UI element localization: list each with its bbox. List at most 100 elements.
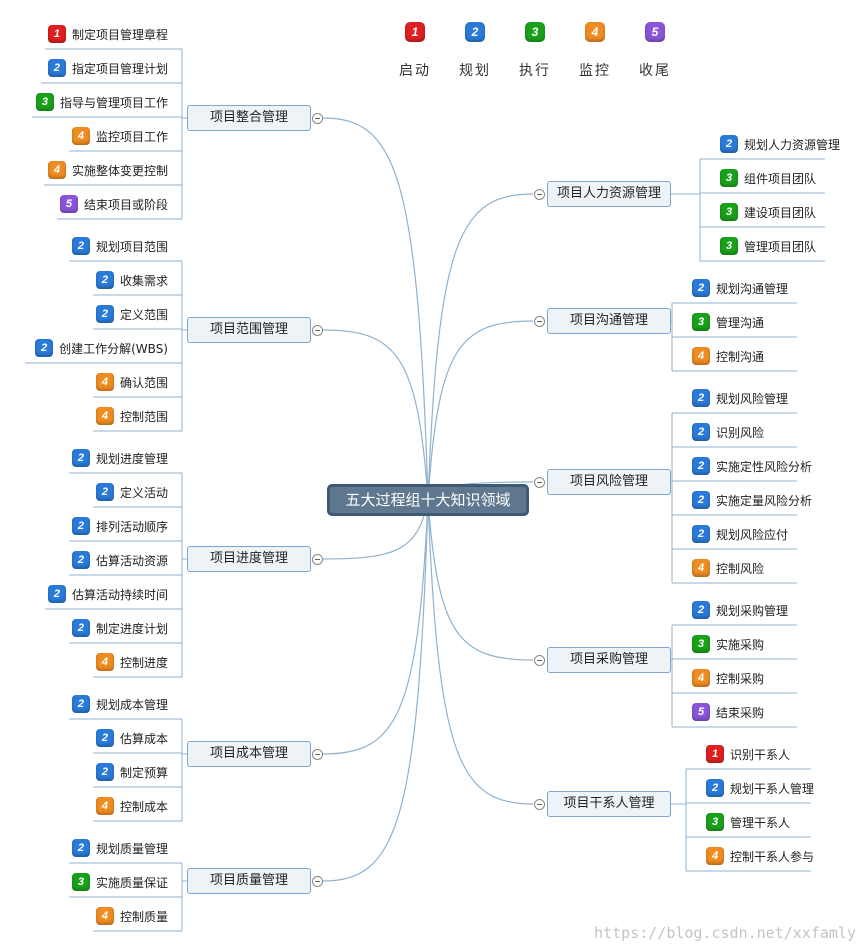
collapse-toggle[interactable] (533, 798, 545, 810)
subtopic-label: 估算成本 (119, 731, 168, 746)
process-group-badge: 4 (95, 407, 114, 425)
subtopic-item[interactable]: 3 指导与管理项目工作 (35, 90, 168, 114)
connector-line (671, 803, 687, 837)
subtopic-item[interactable]: 1 识别干系人 (706, 742, 790, 766)
branch-node[interactable]: 项目整合管理 (187, 105, 311, 131)
subtopic-item[interactable]: 2 排列活动顺序 (71, 514, 168, 538)
collapse-toggle[interactable] (533, 188, 545, 200)
branch-node[interactable]: 项目成本管理 (187, 741, 311, 767)
legend-label: 执行 (519, 63, 551, 79)
branch-node[interactable]: 项目采购管理 (547, 647, 671, 673)
subtopic-item[interactable]: 4 控制质量 (95, 904, 168, 928)
subtopic-item[interactable]: 2 实施定量风险分析 (692, 488, 812, 512)
subtopic-item[interactable]: 2 收集需求 (95, 268, 168, 292)
subtopic-item[interactable]: 3 实施采购 (692, 632, 764, 656)
subtopic-item[interactable]: 2 估算成本 (95, 726, 168, 750)
subtopic-item[interactable]: 2 规划沟通管理 (692, 276, 788, 300)
subtopic-item[interactable]: 2 规划质量管理 (71, 836, 168, 860)
process-group-badge: 2 (47, 585, 66, 603)
subtopic-label: 指定项目管理计划 (71, 61, 168, 76)
subtopic-label: 估算活动资源 (95, 553, 168, 568)
collapse-toggle[interactable] (311, 112, 323, 124)
subtopic-label: 监控项目工作 (95, 129, 168, 144)
connector-line (181, 117, 187, 219)
subtopic-item[interactable]: 2 估算活动资源 (71, 548, 168, 572)
process-group-badge: 2 (706, 779, 724, 797)
subtopic-item[interactable]: 2 规划干系人管理 (706, 776, 814, 800)
subtopic-item[interactable]: 2 规划人力资源管理 (720, 132, 840, 156)
subtopic-item[interactable]: 4 控制风险 (692, 556, 764, 580)
central-topic[interactable]: 五大过程组十大知识领域 (327, 484, 529, 516)
branch-node[interactable]: 项目人力资源管理 (547, 181, 671, 207)
process-group-badge: 2 (692, 279, 710, 297)
process-group-badge: 2 (71, 695, 90, 713)
subtopic-item[interactable]: 3 管理项目团队 (720, 234, 816, 258)
subtopic-item[interactable]: 4 控制干系人参与 (706, 844, 814, 868)
subtopic-item[interactable]: 3 建设项目团队 (720, 200, 816, 224)
subtopic-item[interactable]: 2 实施定性风险分析 (692, 454, 812, 478)
connector-line (671, 193, 701, 227)
subtopic-item[interactable]: 2 识别风险 (692, 420, 764, 444)
process-group-badge: 2 (71, 449, 90, 467)
subtopic-item[interactable]: 2 指定项目管理计划 (47, 56, 168, 80)
subtopic-item[interactable]: 2 规划项目范围 (71, 234, 168, 258)
collapse-toggle[interactable] (533, 476, 545, 488)
connector-line (322, 499, 429, 882)
branch-node[interactable]: 项目干系人管理 (547, 791, 671, 817)
branch-node[interactable]: 项目质量管理 (187, 868, 311, 894)
branch-node[interactable]: 项目风险管理 (547, 469, 671, 495)
subtopic-label: 结束项目或阶段 (83, 197, 168, 212)
subtopic-label: 识别干系人 (730, 747, 791, 762)
subtopic-item[interactable]: 3 实施质量保证 (71, 870, 168, 894)
subtopic-label: 控制质量 (119, 909, 168, 924)
collapse-toggle[interactable] (311, 553, 323, 565)
subtopic-label: 确认范围 (119, 375, 168, 390)
subtopic-item[interactable]: 2 创建工作分解(WBS) (35, 336, 168, 360)
branch-node[interactable]: 项目进度管理 (187, 546, 311, 572)
branch-node[interactable]: 项目范围管理 (187, 317, 311, 343)
collapse-toggle[interactable] (311, 875, 323, 887)
subtopic-item[interactable]: 3 管理沟通 (692, 310, 764, 334)
process-group-badge: 4 (71, 127, 90, 145)
branch-node[interactable]: 项目沟通管理 (547, 308, 671, 334)
collapse-toggle[interactable] (311, 324, 323, 336)
legend-label: 监控 (579, 63, 611, 79)
subtopic-item[interactable]: 2 规划成本管理 (71, 692, 168, 716)
subtopic-item[interactable]: 2 定义范围 (95, 302, 168, 326)
subtopic-item[interactable]: 4 控制采购 (692, 666, 764, 690)
connector-line (181, 558, 187, 677)
connector-line (671, 159, 701, 195)
subtopic-item[interactable]: 4 控制进度 (95, 650, 168, 674)
collapse-toggle[interactable] (533, 654, 545, 666)
subtopic-item[interactable]: 2 规划风险应付 (692, 522, 788, 546)
subtopic-item[interactable]: 4 控制范围 (95, 404, 168, 428)
subtopic-label: 管理沟通 (716, 315, 765, 330)
subtopic-item[interactable]: 4 确认范围 (95, 370, 168, 394)
subtopic-item[interactable]: 2 规划进度管理 (71, 446, 168, 470)
process-group-badge: 2 (95, 763, 114, 781)
subtopic-item[interactable]: 4 监控项目工作 (71, 124, 168, 148)
collapse-toggle[interactable] (311, 748, 323, 760)
subtopic-item[interactable]: 2 制定预算 (95, 760, 168, 784)
subtopic-item[interactable]: 4 控制沟通 (692, 344, 764, 368)
subtopic-item[interactable]: 2 规划风险管理 (692, 386, 788, 410)
subtopic-item[interactable]: 2 估算活动持续时间 (47, 582, 168, 606)
subtopic-item[interactable]: 4 控制成本 (95, 794, 168, 818)
subtopic-item[interactable]: 1 制定项目管理章程 (47, 22, 168, 46)
subtopic-item[interactable]: 2 制定进度计划 (71, 616, 168, 640)
subtopic-label: 规划成本管理 (95, 697, 168, 712)
subtopic-item[interactable]: 4 实施整体变更控制 (47, 158, 168, 182)
subtopic-item[interactable]: 5 结束项目或阶段 (59, 192, 168, 216)
subtopic-item[interactable]: 3 管理干系人 (706, 810, 790, 834)
subtopic-label: 创建工作分解(WBS) (59, 341, 168, 356)
subtopic-item[interactable]: 2 规划采购管理 (692, 598, 788, 622)
process-group-badge: 1 (47, 25, 66, 43)
process-group-badge: 2 (692, 525, 710, 543)
process-group-badge: 2 (692, 491, 710, 509)
subtopic-item[interactable]: 5 结束采购 (692, 700, 764, 724)
process-group-badge: 2 (47, 59, 66, 77)
collapse-toggle[interactable] (533, 315, 545, 327)
subtopic-item[interactable]: 2 定义活动 (95, 480, 168, 504)
subtopic-item[interactable]: 3 组件项目团队 (720, 166, 816, 190)
process-group-badge: 4 (95, 797, 114, 815)
